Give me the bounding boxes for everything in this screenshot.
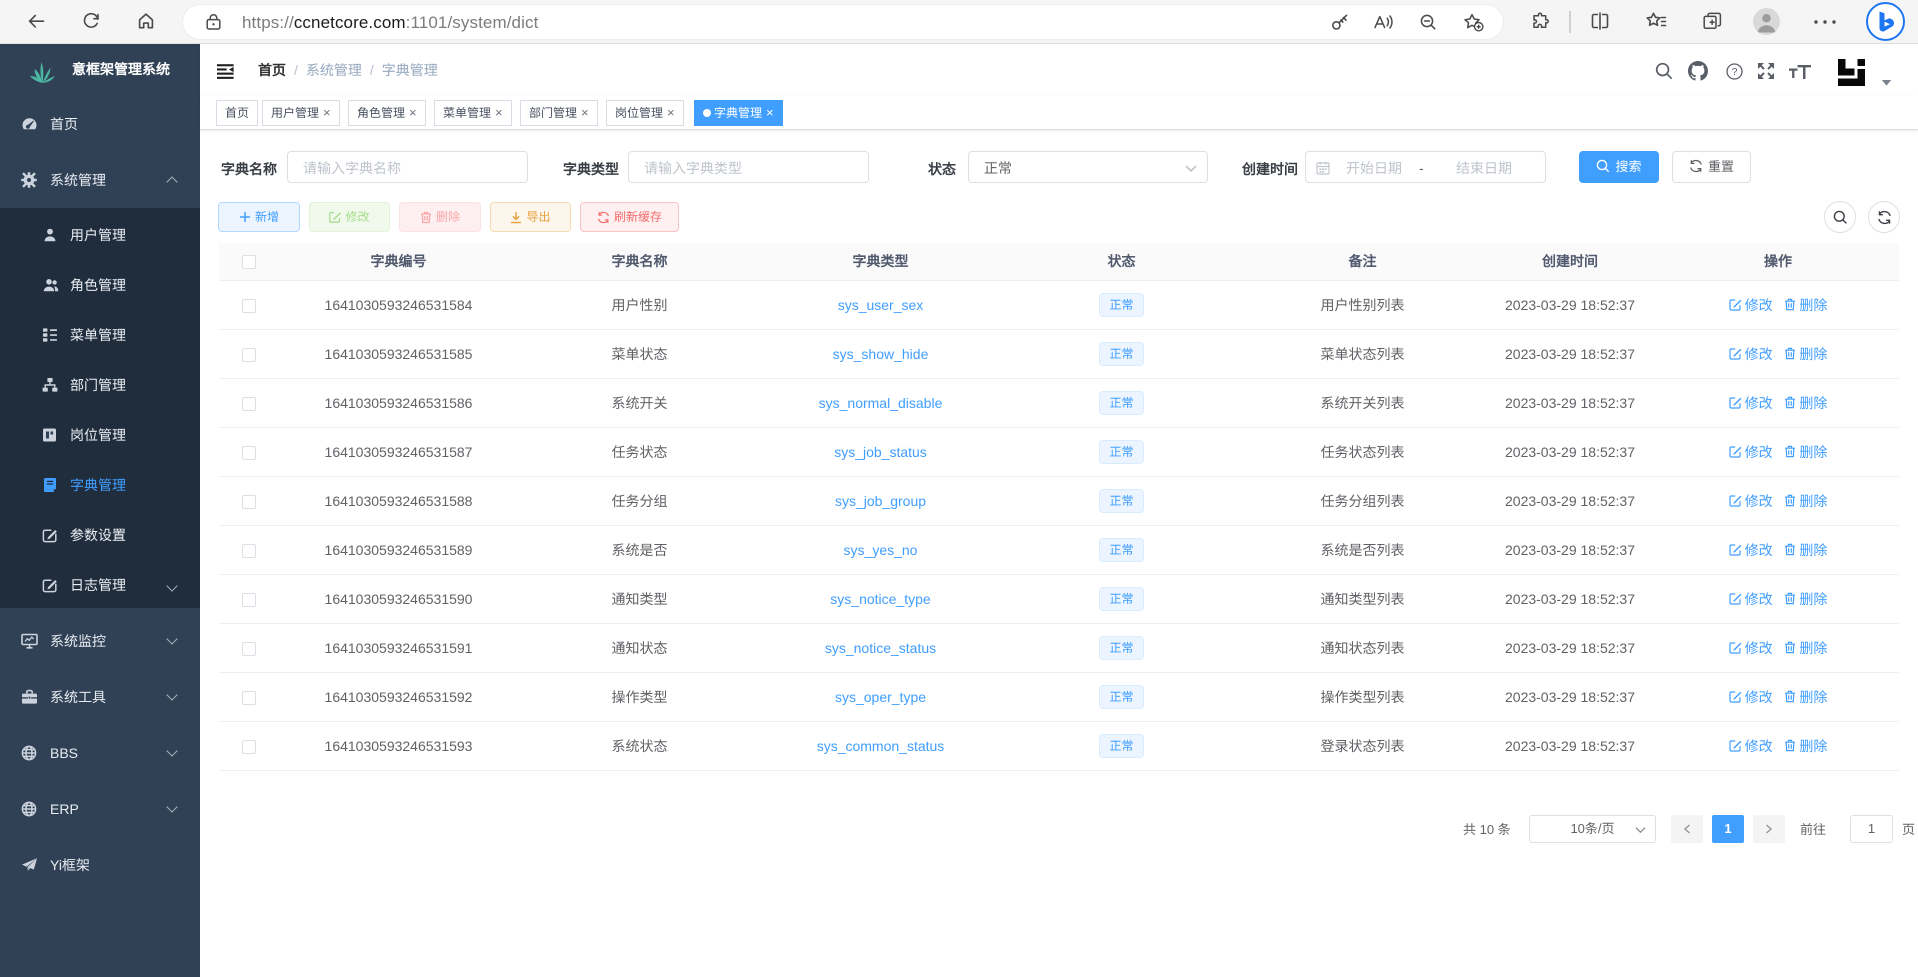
svg-text:?: ? bbox=[1732, 66, 1738, 78]
